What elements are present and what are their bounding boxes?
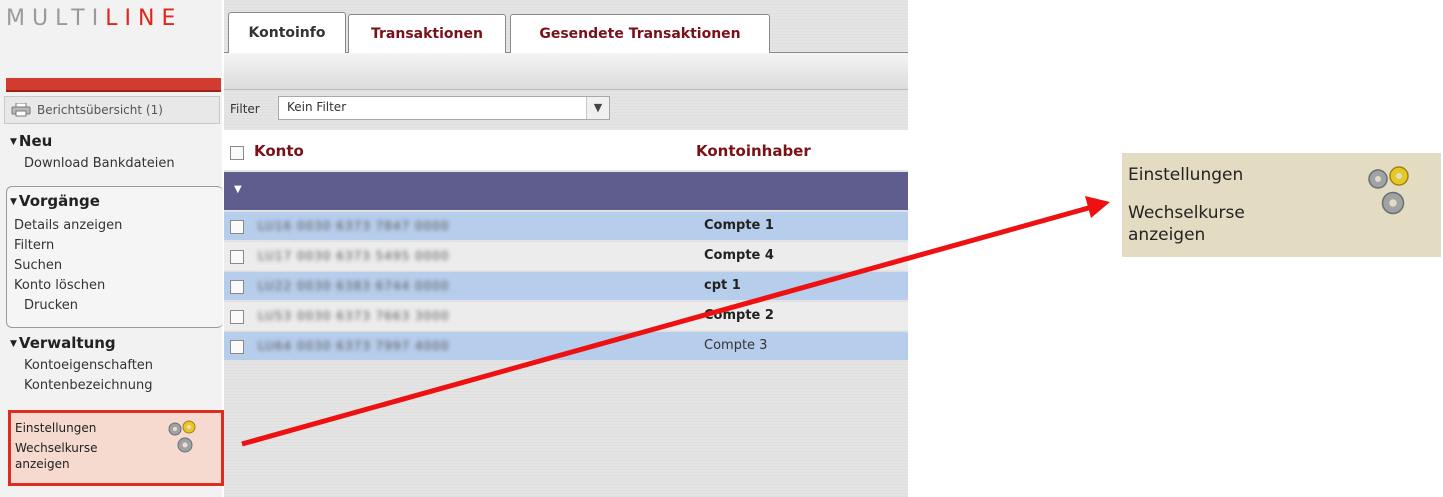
table-row[interactable]: LU53 0030 6373 7663 3000 Compte 2 [224,302,908,330]
filter-label: Filter [230,102,260,116]
settings-link[interactable]: Einstellungen [15,421,96,435]
app-logo: MULTILINE [6,6,182,31]
section-title-vorgaenge[interactable]: ▼ Vorgänge [10,192,100,210]
filter-row: Filter Kein Filter ▼ [224,92,908,124]
column-header-kontoinhaber[interactable]: Kontoinhaber [696,142,811,160]
account-holder: Compte 2 [704,308,774,323]
table-row[interactable]: LU17 0030 6373 5495 0000 Compte 4 [224,242,908,270]
sidebar-item-delete-account[interactable]: Konto löschen [14,278,105,293]
filter-select[interactable]: Kein Filter ▼ [278,96,610,120]
printer-icon [11,103,31,117]
table-row[interactable]: LU16 0030 6373 7847 0000 Compte 1 [224,212,908,240]
table-header: Konto Kontoinhaber [224,130,908,170]
section-title-label: Vorgänge [18,192,100,210]
account-holder: Compte 1 [704,218,774,233]
tab-kontoinfo[interactable]: Kontoinfo [228,12,346,53]
logo-accent-text: LINE [105,6,183,31]
zoom-callout: Einstellungen Wechselkurse anzeigen [1122,153,1441,257]
sidebar-item-account-naming[interactable]: Kontenbezeichnung [24,378,152,393]
account-number: LU22 0030 6383 6744 0000 [258,279,450,293]
row-checkbox[interactable] [230,310,244,324]
section-title-label: Neu [18,132,53,150]
column-header-konto[interactable]: Konto [254,142,304,160]
filter-select-value: Kein Filter [287,100,347,114]
section-title-neu[interactable]: ▼ Neu [10,132,52,150]
row-checkbox[interactable] [230,250,244,264]
header-band [6,78,221,92]
row-checkbox[interactable] [230,280,244,294]
section-title-label: Verwaltung [18,334,116,352]
zoom-exchange-rates-label-line2[interactable]: anzeigen [1128,225,1205,245]
account-number: LU17 0030 6373 5495 0000 [258,249,450,263]
group-row[interactable]: ▼ [224,172,908,210]
account-holder: Compte 4 [704,248,774,263]
account-number: LU64 0030 6373 7997 4000 [258,339,450,353]
settings-panel: Einstellungen Wechselkurse anzeigen [8,410,224,486]
exchange-rates-link-line2[interactable]: anzeigen [15,457,70,471]
select-all-checkbox[interactable] [230,146,244,160]
exchange-rates-link[interactable]: Wechselkurse [15,441,97,455]
section-title-verwaltung[interactable]: ▼ Verwaltung [10,334,116,352]
sidebar-item-download[interactable]: Download Bankdateien [24,156,175,171]
zoom-settings-label[interactable]: Einstellungen [1128,165,1243,185]
sidebar-item-filter[interactable]: Filtern [14,238,54,253]
sidebar: MULTILINE Berichtsübersicht (1) ▼ Neu Dow… [0,0,224,497]
account-holder: Compte 3 [704,338,768,353]
table-row[interactable]: LU64 0030 6373 7997 4000 Compte 3 [224,332,908,360]
tab-transaktionen[interactable]: Transaktionen [348,14,506,53]
tab-gesendete-transaktionen[interactable]: Gesendete Transaktionen [510,14,770,53]
account-number: LU16 0030 6373 7847 0000 [258,219,450,233]
logo-text: MULTI [6,6,106,31]
chevron-down-icon: ▼ [10,339,17,349]
main-panel: Kontoinfo Transaktionen Gesendete Transa… [224,0,908,497]
sidebar-item-account-properties[interactable]: Kontoeigenschaften [24,358,153,373]
reports-overview-button[interactable]: Berichtsübersicht (1) [4,96,220,124]
zoom-exchange-rates-label[interactable]: Wechselkurse [1128,203,1245,223]
chevron-down-icon[interactable]: ▼ [586,97,609,119]
gears-icon[interactable] [1360,161,1420,221]
chevron-down-icon: ▼ [10,137,17,147]
row-checkbox[interactable] [230,220,244,234]
row-checkbox[interactable] [230,340,244,354]
sidebar-item-details[interactable]: Details anzeigen [14,218,122,233]
account-number: LU53 0030 6373 7663 3000 [258,309,450,323]
reports-overview-label: Berichtsübersicht (1) [37,103,163,117]
sidebar-item-search[interactable]: Suchen [14,258,62,273]
account-holder: cpt 1 [704,278,741,293]
gears-icon[interactable] [163,417,203,457]
tab-bar [224,52,908,90]
table-row[interactable]: LU22 0030 6383 6744 0000 cpt 1 [224,272,908,300]
chevron-down-icon[interactable]: ▼ [234,184,242,195]
sidebar-item-print[interactable]: Drucken [24,298,78,313]
chevron-down-icon: ▼ [10,197,17,207]
